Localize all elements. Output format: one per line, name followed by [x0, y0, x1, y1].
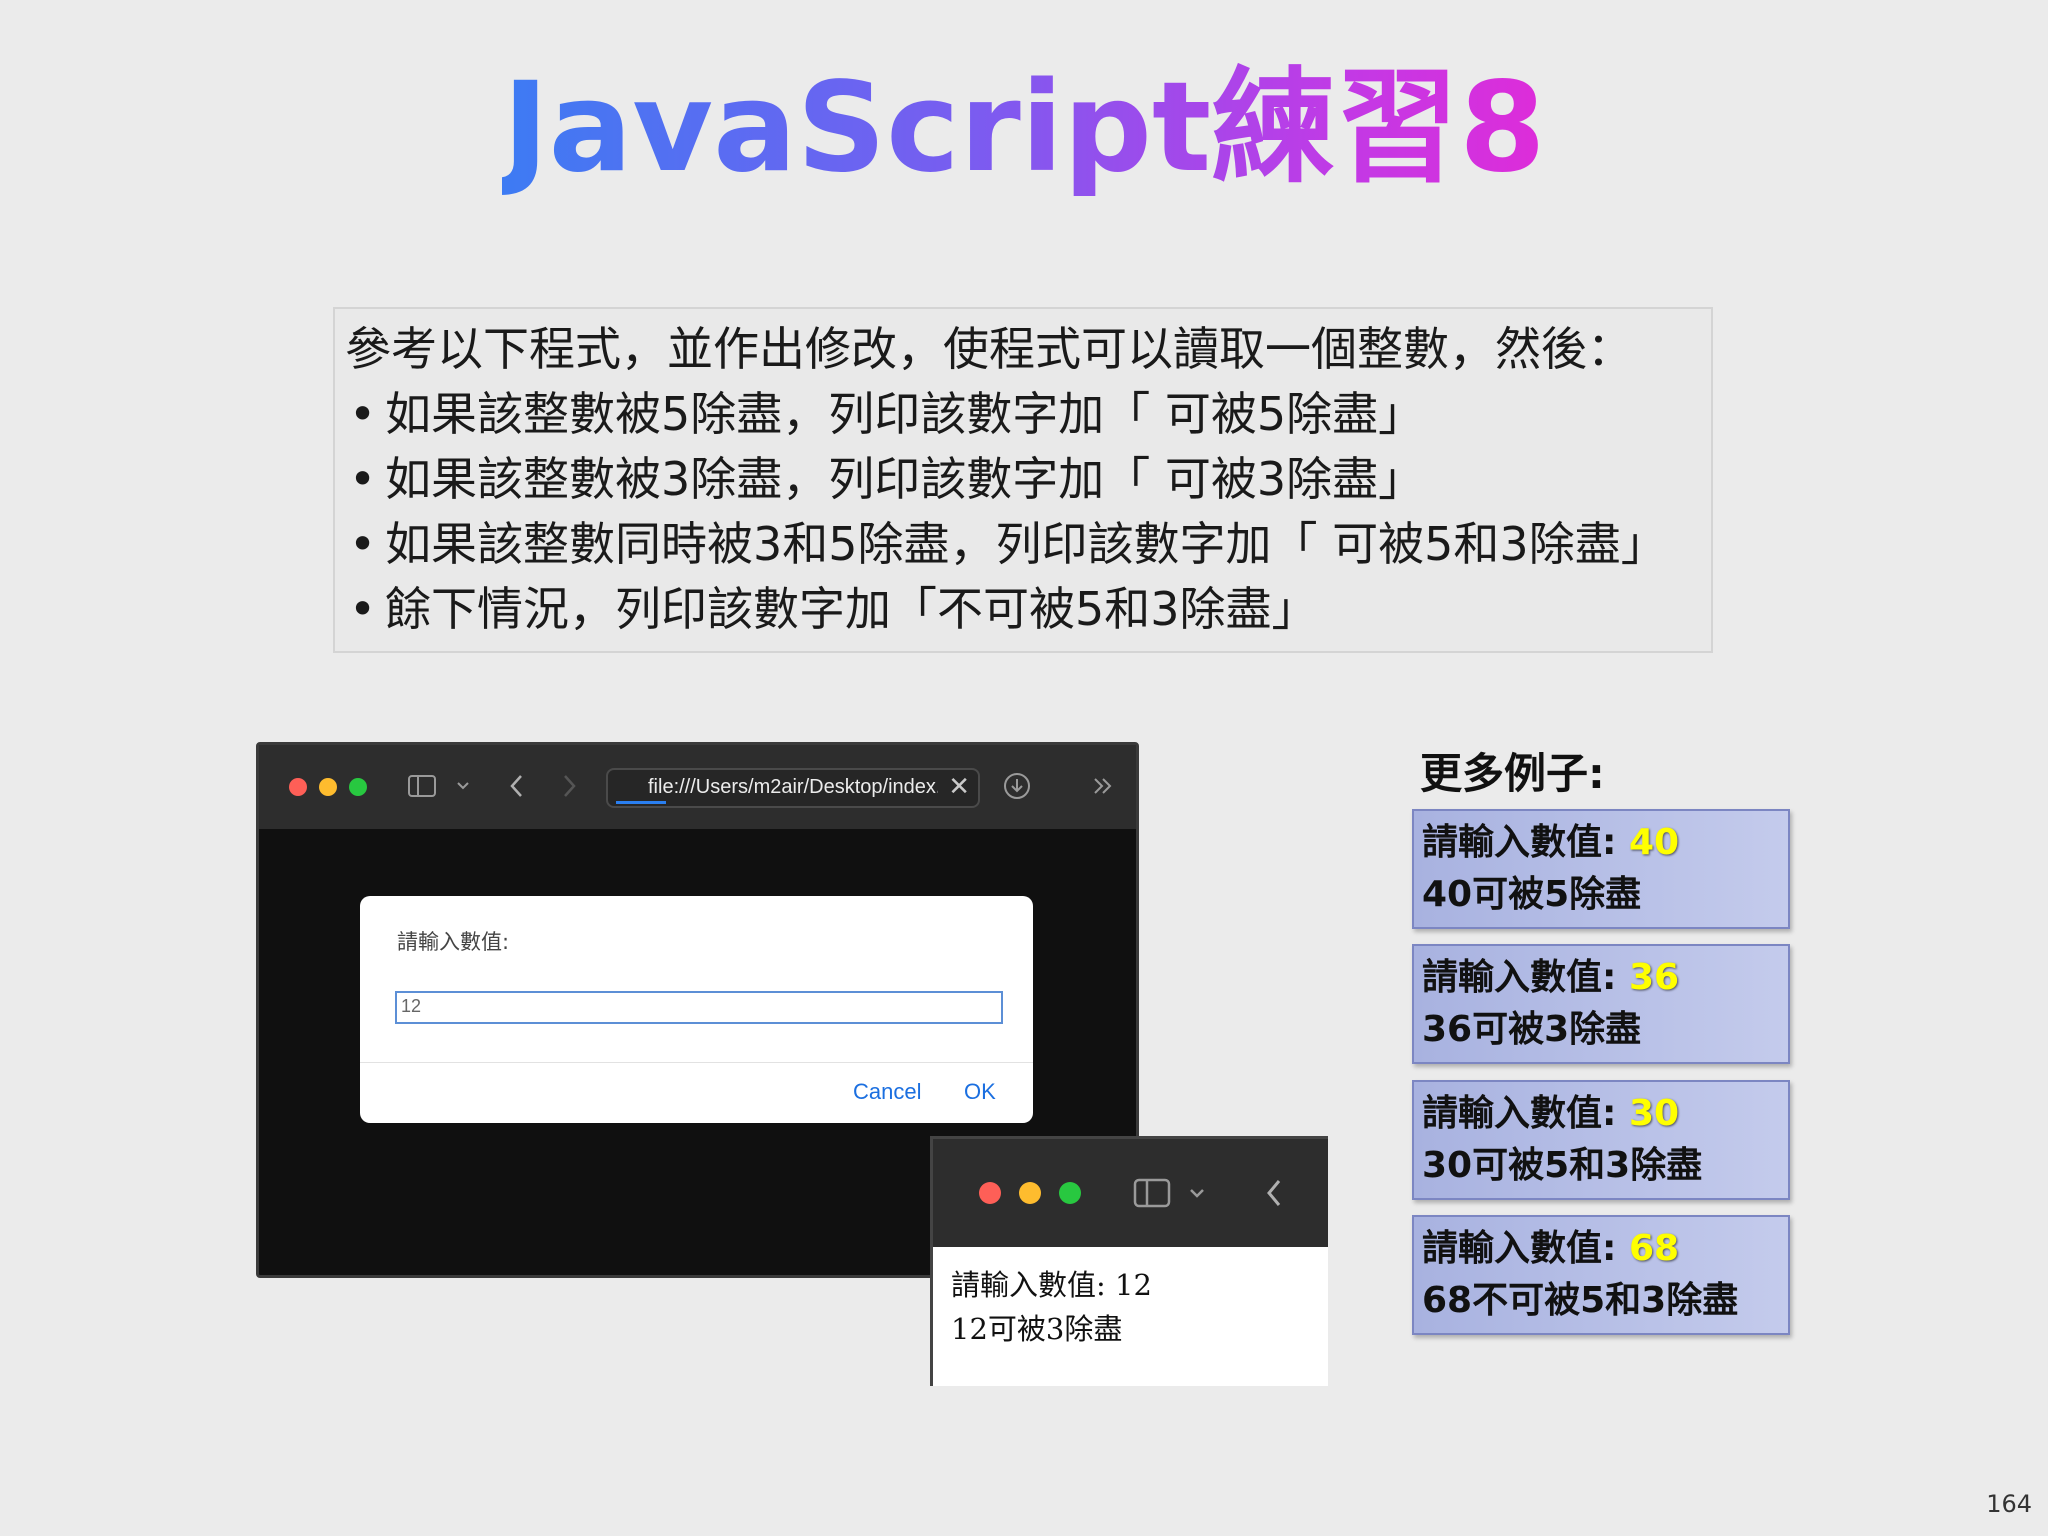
- example-card: 請輸入數值: 36 36可被3除盡: [1412, 944, 1790, 1064]
- close-window-button[interactable]: [979, 1182, 1001, 1204]
- sidebar-toggle-icon[interactable]: [1133, 1177, 1171, 1215]
- cancel-button[interactable]: Cancel: [853, 1079, 921, 1105]
- back-arrow-icon[interactable]: [507, 772, 527, 806]
- page-output: 請輸入數值: 12 12可被3除盡: [951, 1263, 1152, 1351]
- forward-arrow-icon[interactable]: [559, 772, 579, 806]
- sidebar-toggle-icon[interactable]: [407, 773, 437, 805]
- bullet-item: • 如果該整數同時被3和5除盡，列印該數字加「 可被5和3除盡」: [349, 517, 1667, 571]
- page-number: 164: [1986, 1490, 2032, 1518]
- example-result: 40可被5除盡: [1422, 874, 1642, 915]
- result-window-toolbar: [933, 1139, 1328, 1247]
- chevron-down-icon[interactable]: [455, 773, 471, 809]
- example-card: 請輸入數值: 40 40可被5除盡: [1412, 809, 1790, 929]
- minimize-window-button[interactable]: [1019, 1182, 1041, 1204]
- prompt-label: 請輸入數值:: [397, 930, 510, 954]
- download-icon[interactable]: [1002, 771, 1032, 807]
- examples-title: 更多例子:: [1420, 749, 1605, 798]
- output-line: 請輸入數值: 12: [951, 1268, 1152, 1302]
- prompt-dialog: 請輸入數值: 12 Cancel OK: [360, 896, 1033, 1123]
- example-prompt: 請輸入數值: 36: [1422, 957, 1680, 998]
- address-bar[interactable]: file:///Users/m2air/Desktop/index.html ✕: [606, 768, 980, 808]
- chevron-down-icon[interactable]: [1187, 1177, 1207, 1215]
- instructions-box: 參考以下程式，並作出修改，使程式可以讀取一個整數，然後： • 如果該整數被5除盡，…: [333, 307, 1713, 653]
- example-card: 請輸入數值: 68 68不可被5和3除盡: [1412, 1215, 1790, 1335]
- ok-button[interactable]: OK: [964, 1079, 996, 1105]
- close-window-button[interactable]: [289, 778, 307, 796]
- example-value: 68: [1628, 1228, 1680, 1269]
- instructions-intro: 參考以下程式，並作出修改，使程式可以讀取一個整數，然後：: [345, 322, 1633, 376]
- example-value: 36: [1628, 957, 1680, 998]
- example-prompt: 請輸入數值: 68: [1422, 1228, 1680, 1269]
- example-result: 68不可被5和3除盡: [1422, 1280, 1739, 1321]
- example-prompt: 請輸入數值: 40: [1422, 822, 1680, 863]
- url-text: file:///Users/m2air/Desktop/index.html: [648, 776, 938, 798]
- example-result: 30可被5和3除盡: [1422, 1145, 1703, 1186]
- output-line: 12可被3除盡: [951, 1312, 1123, 1346]
- back-arrow-icon[interactable]: [1263, 1175, 1285, 1217]
- example-value: 30: [1628, 1093, 1680, 1134]
- minimize-window-button[interactable]: [319, 778, 337, 796]
- dialog-divider: [360, 1062, 1033, 1063]
- bullet-item: • 餘下情況，列印該數字加「不可被5和3除盡」: [349, 582, 1318, 636]
- example-prompt: 請輸入數值: 30: [1422, 1093, 1680, 1134]
- example-value: 40: [1628, 822, 1680, 863]
- zoom-window-button[interactable]: [349, 778, 367, 796]
- prompt-input[interactable]: 12: [395, 991, 1003, 1024]
- example-card: 請輸入數值: 30 30可被5和3除盡: [1412, 1080, 1790, 1200]
- loading-progress: [616, 801, 666, 804]
- more-chevrons-icon[interactable]: [1091, 772, 1115, 806]
- zoom-window-button[interactable]: [1059, 1182, 1081, 1204]
- bullet-item: • 如果該整數被3除盡，列印該數字加「 可被3除盡」: [349, 452, 1425, 506]
- example-result: 36可被3除盡: [1422, 1009, 1642, 1050]
- browser-toolbar: file:///Users/m2air/Desktop/index.html ✕: [259, 745, 1136, 829]
- slide-title: JavaScript練習8: [502, 56, 1546, 200]
- close-icon[interactable]: ✕: [948, 772, 970, 802]
- bullet-item: • 如果該整數被5除盡，列印該數字加「 可被5除盡」: [349, 387, 1425, 441]
- result-window: 請輸入數值: 12 12可被3除盡: [930, 1136, 1328, 1386]
